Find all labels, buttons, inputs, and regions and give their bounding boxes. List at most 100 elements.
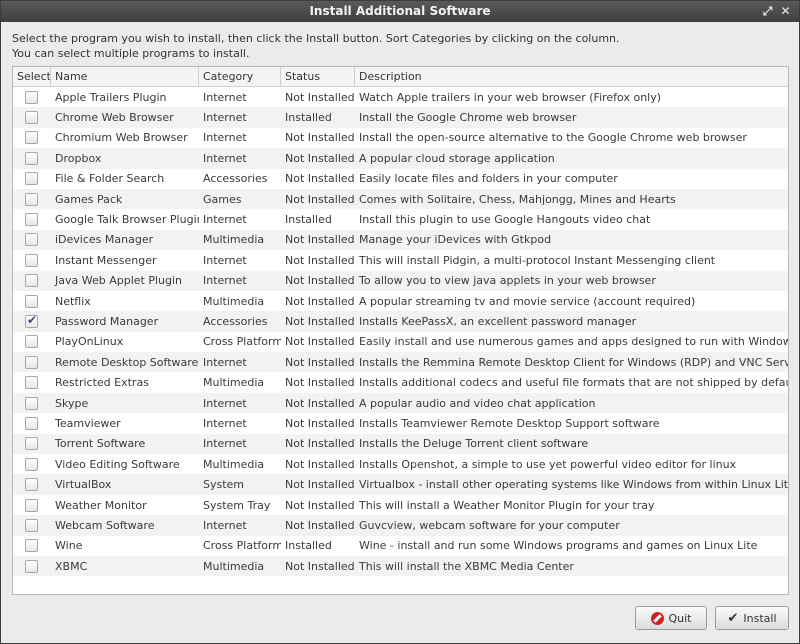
table-row[interactable]: Instant Messenger Internet Not Installed Th… [13,250,788,270]
status-cell: Not Installed [285,498,355,512]
select-checkbox[interactable] [25,437,38,451]
status-cell: Not Installed [285,233,355,247]
table-row[interactable]: Webcam Software Internet Not Installed Guvc… [13,515,788,536]
select-checkbox[interactable] [25,172,38,186]
status-cell: Not Installed [285,376,355,390]
select-cell [13,559,51,573]
column-header-select[interactable]: Select [13,67,51,87]
status-cell: Not Installed [285,559,355,573]
name-cell: Torrent Software [55,437,146,451]
description-cell: Install this plugin to use Google Hangou… [359,213,651,227]
table-row[interactable]: Password Manager Accessories Not Installed… [13,311,788,332]
install-button[interactable]: ✔ Install [715,606,789,630]
name-cell: Teamviewer [55,416,121,430]
select-checkbox[interactable] [25,559,38,573]
install-button-label: Install [743,611,777,625]
table-row[interactable]: Netflix Multimedia Not Installed A popular … [13,291,788,311]
description-cell: This will install the XBMC Media Center [359,559,574,573]
category-cell: Multimedia [203,457,265,471]
status-cell: Installed [285,213,332,227]
select-checkbox[interactable] [25,131,38,145]
select-checkbox[interactable] [25,498,38,512]
select-cell [13,294,51,308]
status-cell: Not Installed [285,131,355,145]
description-cell: This will install a Weather Monitor Plug… [359,498,655,512]
table-row[interactable]: iDevices Manager Multimedia Not Installed M… [13,229,788,251]
table-row[interactable]: Skype Internet Not Installed A popular audi… [13,392,788,414]
description-cell: Installs additional codecs and useful fi… [359,376,788,390]
select-cell [13,131,51,145]
select-checkbox[interactable] [25,90,38,104]
select-checkbox[interactable] [25,416,38,430]
name-cell: Remote Desktop Software [55,355,199,369]
select-checkbox[interactable] [25,192,38,206]
column-header-status[interactable]: Status [281,67,355,87]
table-row[interactable]: Games Pack Games Not Installed Comes with S… [13,188,788,210]
select-cell [13,314,51,328]
status-cell: Not Installed [285,396,355,410]
select-checkbox[interactable] [25,111,38,125]
select-checkbox[interactable] [25,355,38,369]
table-row[interactable]: Chromium Web Browser Internet Not Installe… [13,128,788,148]
column-header-category[interactable]: Category [199,67,281,87]
category-cell: Cross Platform [203,539,281,553]
select-cell [13,457,51,471]
table-row[interactable]: Weather Monitor System Tray Not Installed T… [13,495,788,515]
description-cell: Virtualbox - install other operating sys… [359,478,788,492]
select-checkbox[interactable] [25,457,38,471]
select-cell [13,396,51,410]
category-cell: Multimedia [203,233,265,247]
status-cell: Not Installed [285,437,355,451]
select-checkbox[interactable] [25,294,38,308]
table-header: Select Name Category Status Description [13,67,788,87]
table-row[interactable]: Dropbox Internet Not Installed A popular cl… [13,148,788,169]
select-checkbox[interactable] [25,518,38,532]
table-row[interactable]: Restricted Extras Multimedia Not Installed… [13,372,788,392]
table-row[interactable]: Video Editing Software Multimedia Not Inst… [13,454,788,474]
table-row[interactable]: File & Folder Search Accessories Not Insta… [13,169,788,189]
table-row[interactable]: XBMC Multimedia Not Installed This will ins… [13,555,788,577]
table-row[interactable]: Google Talk Browser Plugin Internet Instal… [13,209,788,229]
name-cell: Chrome Web Browser [55,111,174,125]
description-cell: Installs the Deluge Torrent client softw… [359,437,589,451]
select-checkbox[interactable] [25,151,38,165]
select-checkbox[interactable] [25,253,38,267]
table-row[interactable]: Teamviewer Internet Not Installed Installs … [13,413,788,433]
table-row[interactable]: Torrent Software Internet Not Installed Ins… [13,433,788,455]
name-cell: File & Folder Search [55,172,165,186]
table-row[interactable]: VirtualBox System Not Installed Virtualbox … [13,474,788,495]
status-cell: Not Installed [285,457,355,471]
close-icon[interactable]: ✕ [778,4,793,19]
table-row[interactable]: Remote Desktop Software Internet Not Insta… [13,352,788,373]
maximize-icon[interactable]: ⤢ [760,4,775,19]
select-checkbox[interactable] [25,213,38,227]
table-row[interactable]: Wine Cross Platform Installed Wine - instal… [13,536,788,556]
select-checkbox[interactable] [25,233,38,247]
table-row[interactable]: PlayOnLinux Cross Platform Not Installed Ea… [13,332,788,352]
quit-button[interactable]: Quit [635,606,707,630]
select-checkbox[interactable] [25,376,38,390]
title-bar: Install Additional Software ⤢ ✕ [1,1,799,22]
table-row[interactable]: Apple Trailers Plugin Internet Not Install… [13,87,788,107]
description-cell: A popular audio and video chat applicati… [359,396,596,410]
table-row[interactable]: Chrome Web Browser Internet Installed Insta… [13,107,788,128]
select-checkbox[interactable] [25,539,38,553]
table-row[interactable]: Java Web Applet Plugin Internet Not Instal… [13,270,788,291]
name-cell: Apple Trailers Plugin [55,90,167,104]
column-header-description[interactable]: Description [355,67,788,87]
select-checkbox[interactable] [25,396,38,410]
category-cell: Internet [203,253,247,267]
select-cell [13,253,51,267]
description-cell: Manage your iDevices with Gtkpod [359,233,552,247]
select-checkbox[interactable] [25,335,38,349]
select-checkbox[interactable] [25,478,38,492]
description-cell: Guvcview, webcam software for your compu… [359,518,620,532]
description-cell: Watch Apple trailers in your web browser… [359,90,662,104]
select-cell [13,376,51,390]
column-header-name[interactable]: Name [51,67,199,87]
select-checkbox[interactable] [25,314,38,328]
select-checkbox[interactable] [25,274,38,288]
instructions-line-2: You can select multiple programs to inst… [12,47,250,60]
install-software-window: Install Additional Software ⤢ ✕ Select t… [0,0,800,644]
status-cell: Not Installed [285,90,355,104]
